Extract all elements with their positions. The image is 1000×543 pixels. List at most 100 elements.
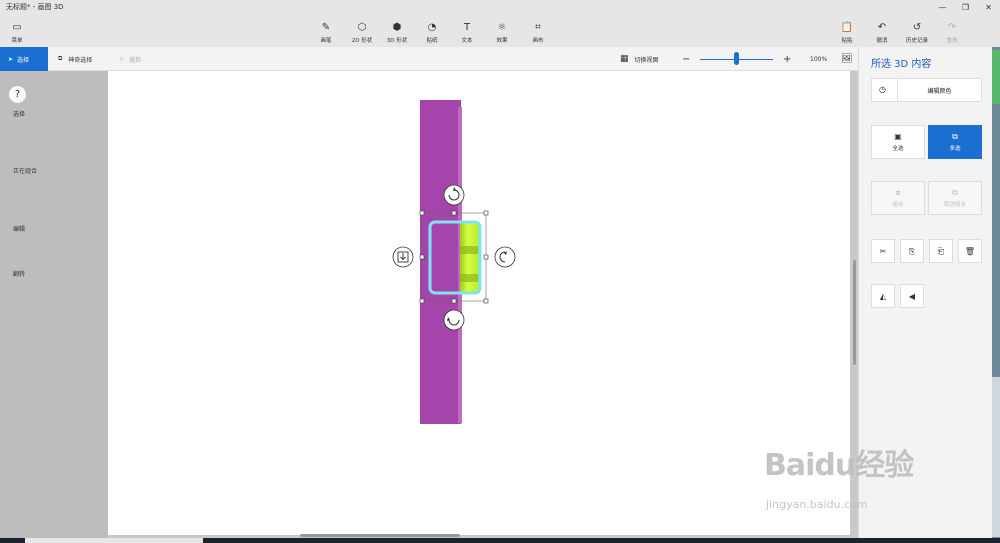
resize-handle[interactable] [483, 254, 489, 260]
window-title: 无标题* - 画图 3D [6, 3, 64, 11]
crop-button[interactable]: ⌑ 裁剪 [120, 47, 141, 71]
paste-button[interactable]: 📋 粘贴 [830, 22, 864, 44]
flip-horizontal-icon: ◭ [879, 291, 887, 301]
paste-panel-button[interactable]: ⎗ [929, 239, 953, 263]
minus-icon: − [682, 53, 691, 65]
minimize-icon[interactable]: — [931, 0, 954, 14]
paste-icon: ⎗ [937, 246, 945, 256]
close-icon[interactable]: ✕ [977, 0, 1000, 14]
canvas-button[interactable]: ⌗ 画布 [521, 22, 555, 44]
main-toolbar: ▭ 菜单 ✎ 画笔 ⬡ 2D 形状 ⬢ 3D 形状 ◔ 贴纸 T 文本 ☼ 效果… [0, 14, 1000, 47]
resize-handle[interactable] [419, 298, 425, 304]
brush-icon: ✎ [321, 22, 331, 33]
resize-handle[interactable] [451, 298, 457, 304]
multi-select-button[interactable]: ⧉ 多选 [928, 125, 982, 159]
left-margin [0, 71, 108, 538]
depth-push-icon[interactable] [392, 246, 414, 268]
zoom-out-button[interactable]: − [682, 47, 690, 71]
grid-icon: ▦ [620, 54, 629, 64]
rotate-top-icon[interactable] [443, 184, 465, 206]
shapes-2d-button[interactable]: ⬡ 2D 形状 [345, 22, 379, 44]
cube-icon: ⬢ [392, 22, 402, 33]
select-all-button[interactable]: ▣ 全选 [871, 125, 925, 159]
maximize-icon[interactable]: ❐ [954, 0, 977, 14]
multi-select-icon: ⧉ [952, 132, 958, 141]
menu-button[interactable]: ▭ 菜单 [0, 22, 34, 44]
selection-toolbar: ➤ 选择 ⧉ 神奇选择 ⌑ 裁剪 ▦ 切换视图 − + 100% 🖼 [0, 47, 858, 71]
cut-button[interactable]: ✂ [871, 239, 895, 263]
edit-color-button[interactable]: ◷ 编辑颜色 [871, 78, 982, 102]
group-button[interactable]: ⧈ 组合 [871, 181, 925, 215]
history-icon: ↺ [912, 22, 922, 33]
redo-icon: ↷ [947, 22, 957, 33]
toggle-view-button[interactable]: ▦ 切换视图 [620, 47, 659, 71]
select-button[interactable]: ➤ 选择 [0, 47, 48, 71]
purple-3d-object[interactable] [420, 100, 461, 424]
ungroup-icon: ⧉ [952, 188, 958, 197]
sticker-icon: ◔ [427, 22, 437, 33]
section-flip-label: 翻转 [13, 271, 26, 278]
image-icon: 🖼 [841, 54, 853, 64]
yellow-object-band [460, 274, 480, 282]
scissors-icon: ✂ [879, 246, 887, 256]
scene-svg [392, 100, 516, 424]
delete-button[interactable]: 🗑 [958, 239, 982, 263]
baidu-watermark: Baidu经验 jingyan.baidu.com [764, 448, 914, 511]
zoom-level: 100% [810, 55, 828, 63]
vertical-scrollbar[interactable] [853, 260, 856, 365]
text-button[interactable]: T 文本 [450, 22, 484, 44]
resize-handle[interactable] [419, 254, 425, 260]
help-button[interactable]: ? [8, 85, 27, 104]
ungroup-button[interactable]: ⧉ 取消组合 [928, 181, 982, 215]
rotate-bottom-icon[interactable] [443, 309, 465, 331]
crop-icon: ⌑ [120, 55, 124, 63]
shapes-2d-icon: ⬡ [357, 22, 367, 33]
cursor-icon: ➤ [8, 55, 14, 63]
flip-vertical-icon: ◀ [908, 291, 916, 301]
flip-vertical-button[interactable]: ◀ [900, 284, 924, 308]
resize-handle[interactable] [483, 298, 489, 304]
trash-icon: 🗑 [964, 246, 976, 256]
undo-button[interactable]: ↶ 撤消 [865, 22, 899, 44]
undo-icon: ↶ [877, 22, 887, 33]
panel-title: 所选 3D 内容 [871, 59, 932, 70]
zoom-in-button[interactable]: + [783, 47, 791, 71]
paste-icon: 📋 [840, 22, 854, 33]
yellow-3d-object[interactable] [460, 222, 480, 293]
stickers-button[interactable]: ◔ 贴纸 [415, 22, 449, 44]
image-view-button[interactable]: 🖼 [841, 47, 852, 71]
sun-icon: ☼ [497, 22, 507, 33]
resize-handle[interactable] [483, 210, 489, 216]
select-all-icon: ▣ [894, 132, 902, 141]
flip-horizontal-button[interactable]: ◭ [871, 284, 895, 308]
effects-button[interactable]: ☼ 效果 [485, 22, 519, 44]
horizontal-scrollbar[interactable] [300, 534, 460, 537]
group-icon: ⧈ [895, 188, 901, 197]
magic-select-icon: ⧉ [58, 55, 63, 62]
window-controls: — ❐ ✕ [931, 0, 1000, 14]
zoom-slider-thumb[interactable] [734, 52, 739, 65]
text-icon: T [463, 22, 471, 33]
magic-select-button[interactable]: ⧉ 神奇选择 [58, 47, 92, 71]
shapes-3d-button[interactable]: ⬢ 3D 形状 [380, 22, 414, 44]
desktop-edge [992, 47, 1000, 538]
section-select-label: 选择 [13, 111, 26, 118]
copy-icon: ⎘ [908, 246, 916, 256]
taskbar [0, 538, 1000, 543]
brushes-button[interactable]: ✎ 画笔 [309, 22, 343, 44]
rotate-right-icon[interactable] [494, 246, 516, 268]
yellow-object-band [460, 246, 480, 254]
title-bar: 无标题* - 画图 3D — ❐ ✕ [0, 0, 1000, 14]
folder-icon: ▭ [12, 22, 22, 33]
drawing-canvas[interactable] [108, 71, 850, 535]
section-edit-label: 编辑 [13, 226, 26, 233]
canvas-icon: ⌗ [535, 22, 541, 33]
plus-icon: + [783, 53, 792, 65]
copy-button[interactable]: ⎘ [900, 239, 924, 263]
resize-handle[interactable] [451, 210, 457, 216]
section-grouping-label: 正在组合 [13, 168, 38, 175]
history-button[interactable]: ↺ 历史记录 [900, 22, 934, 44]
resize-handle[interactable] [419, 210, 425, 216]
redo-button[interactable]: ↷ 重做 [935, 22, 969, 44]
palette-icon: ◷ [879, 85, 886, 94]
